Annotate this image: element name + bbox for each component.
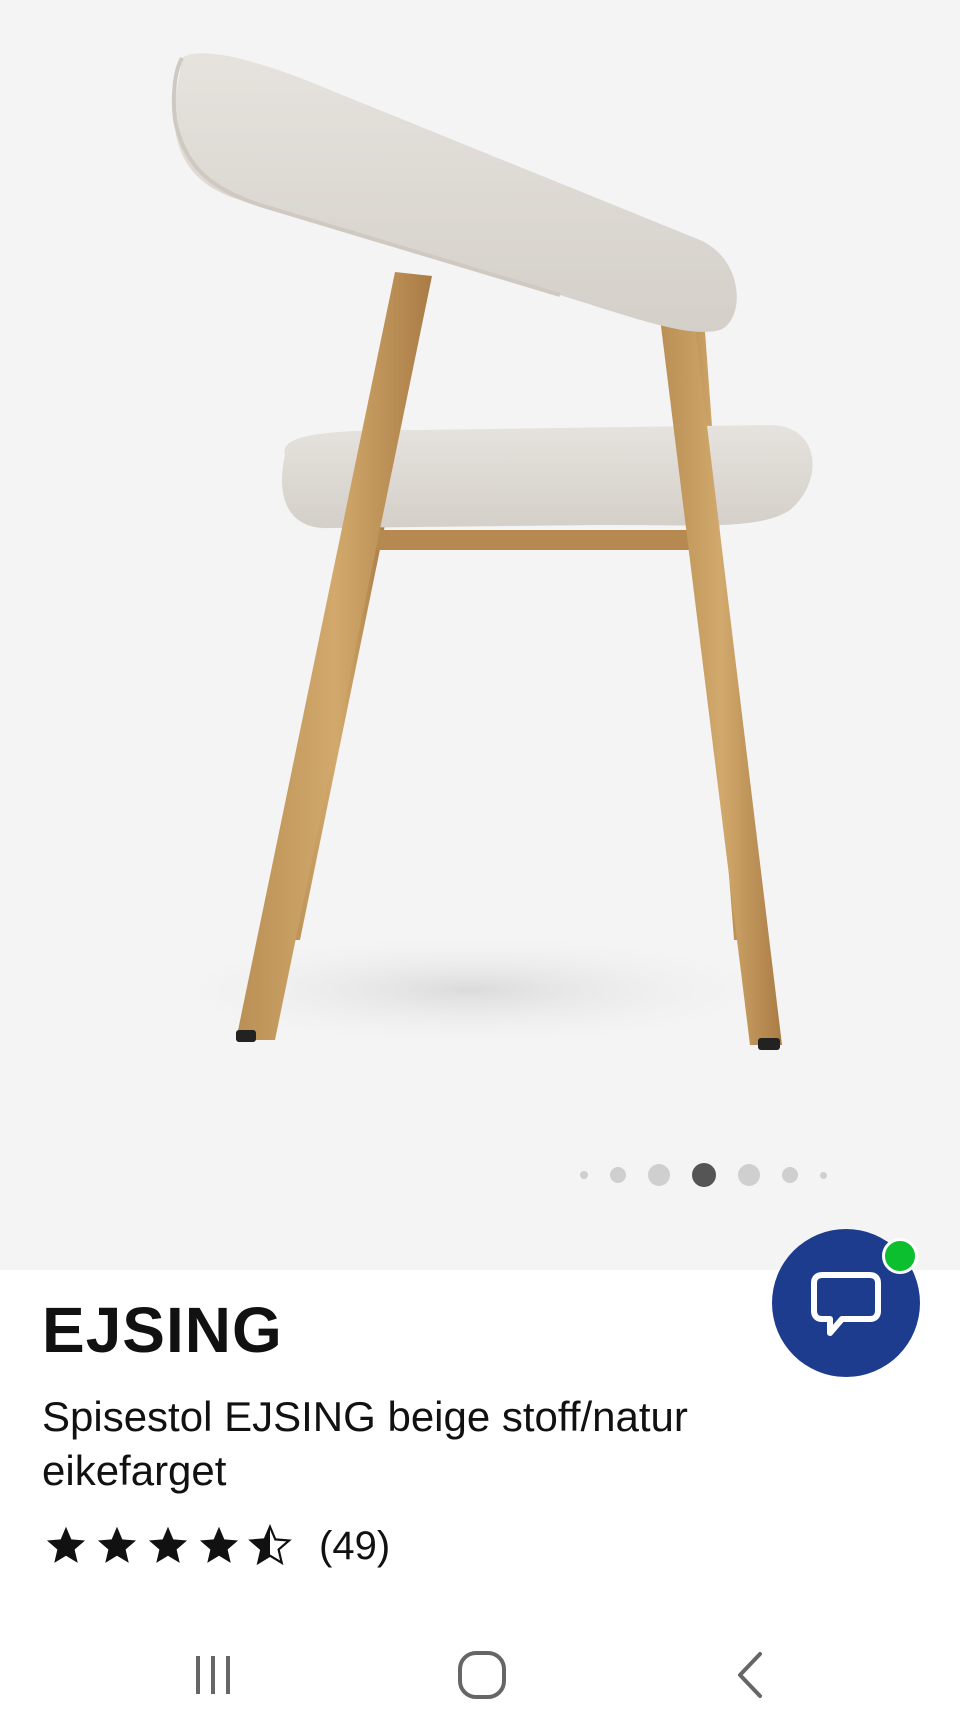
product-description[interactable]: Spisestol EJSING beige stoff/natur eikef… xyxy=(42,1390,782,1498)
review-count: (49) xyxy=(319,1524,391,1568)
star-full-icon xyxy=(148,1526,188,1563)
pagination-dot[interactable] xyxy=(738,1164,760,1186)
product-image-gallery[interactable] xyxy=(0,0,960,1270)
system-navigation-bar xyxy=(0,1610,960,1736)
star-half-icon xyxy=(248,1524,292,1566)
pagination-dot[interactable] xyxy=(820,1171,827,1179)
recent-apps-icon xyxy=(196,1656,230,1694)
rating-stars xyxy=(44,1524,299,1568)
back-icon xyxy=(738,1652,762,1698)
home-button[interactable] xyxy=(437,1630,527,1720)
pagination-dot[interactable] xyxy=(648,1164,670,1186)
pagination-dot-active[interactable] xyxy=(692,1163,716,1187)
star-full-icon xyxy=(199,1526,239,1563)
home-icon xyxy=(458,1651,506,1699)
chat-online-indicator xyxy=(882,1238,918,1274)
chat-bubble-icon xyxy=(811,1272,881,1336)
product-page: EJSING Spisestol EJSING beige stoff/natu… xyxy=(0,0,960,1736)
product-brand[interactable]: EJSING xyxy=(42,1292,283,1368)
product-image xyxy=(140,53,813,1050)
back-button[interactable] xyxy=(706,1630,796,1720)
pagination-dot[interactable] xyxy=(610,1167,626,1183)
pagination-dot[interactable] xyxy=(782,1167,798,1183)
star-full-icon xyxy=(97,1526,137,1563)
pagination-dot[interactable] xyxy=(580,1171,588,1179)
star-full-icon xyxy=(46,1526,86,1563)
image-pagination-dots[interactable] xyxy=(580,1162,849,1188)
product-rating[interactable]: (49) xyxy=(44,1518,390,1574)
recent-apps-button[interactable] xyxy=(168,1630,258,1720)
